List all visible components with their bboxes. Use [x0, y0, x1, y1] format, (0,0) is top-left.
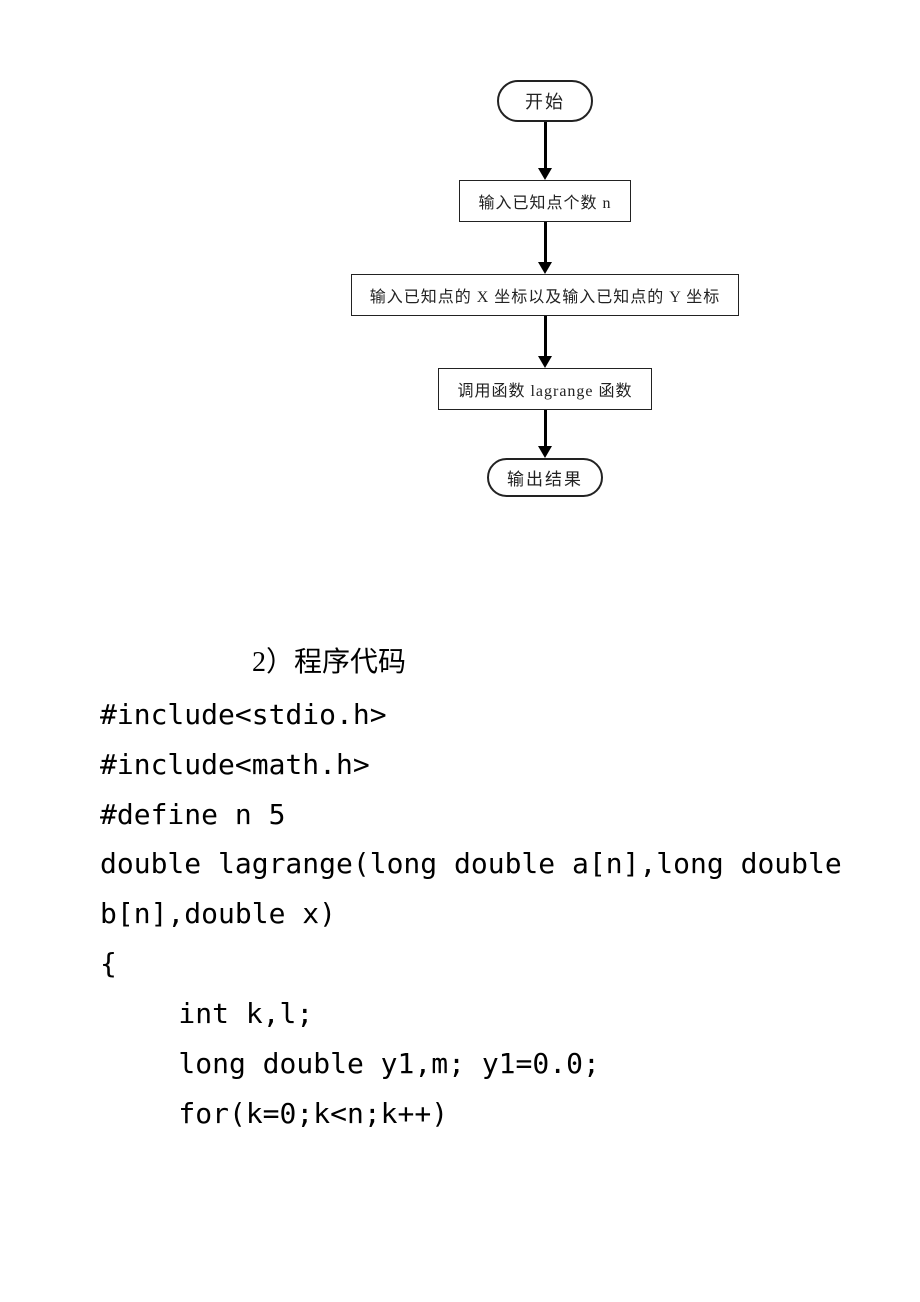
flowchart-end-label: 输出结果	[507, 470, 583, 489]
code-line: double lagrange(long double a[n],long do…	[100, 847, 842, 880]
document-page: 开始 输入已知点个数 n 输入已知点的 X 坐标以及输入已知点的 Y 坐标 调用…	[0, 0, 920, 1302]
code-line: #include<stdio.h>	[100, 698, 387, 731]
flowchart-start-label: 开始	[525, 92, 565, 112]
flowchart-arrow	[544, 316, 546, 368]
flowchart-end-terminator: 输出结果	[487, 458, 603, 497]
flowchart-arrow	[544, 122, 546, 180]
flowchart-step-label: 输入已知点的 X 坐标以及输入已知点的 Y 坐标	[370, 289, 721, 306]
code-block: #include<stdio.h> #include<math.h> #defi…	[100, 690, 840, 1138]
code-line: #include<math.h>	[100, 748, 370, 781]
flowchart-step-label: 输入已知点个数 n	[478, 195, 611, 212]
code-line: for(k=0;k<n;k++)	[178, 1097, 448, 1130]
flowchart-arrow	[544, 410, 546, 458]
flowchart-arrow	[544, 222, 546, 274]
code-line: long double y1,m; y1=0.0;	[178, 1047, 599, 1080]
code-line: #define n 5	[100, 798, 285, 831]
flowchart-step-input-xy: 输入已知点的 X 坐标以及输入已知点的 Y 坐标	[351, 274, 740, 316]
code-line: b[n],double x)	[100, 897, 336, 930]
section-heading: 2）程序代码	[252, 640, 406, 680]
code-line: int k,l;	[178, 997, 313, 1030]
section-heading-text: 2）程序代码	[252, 647, 406, 678]
code-line: {	[100, 947, 117, 980]
flowchart-step-input-n: 输入已知点个数 n	[459, 180, 630, 222]
flowchart-step-call-lagrange: 调用函数 lagrange 函数	[438, 368, 651, 410]
flowchart: 开始 输入已知点个数 n 输入已知点的 X 坐标以及输入已知点的 Y 坐标 调用…	[330, 80, 760, 497]
flowchart-start-terminator: 开始	[497, 80, 593, 122]
flowchart-step-label: 调用函数 lagrange 函数	[457, 383, 632, 400]
